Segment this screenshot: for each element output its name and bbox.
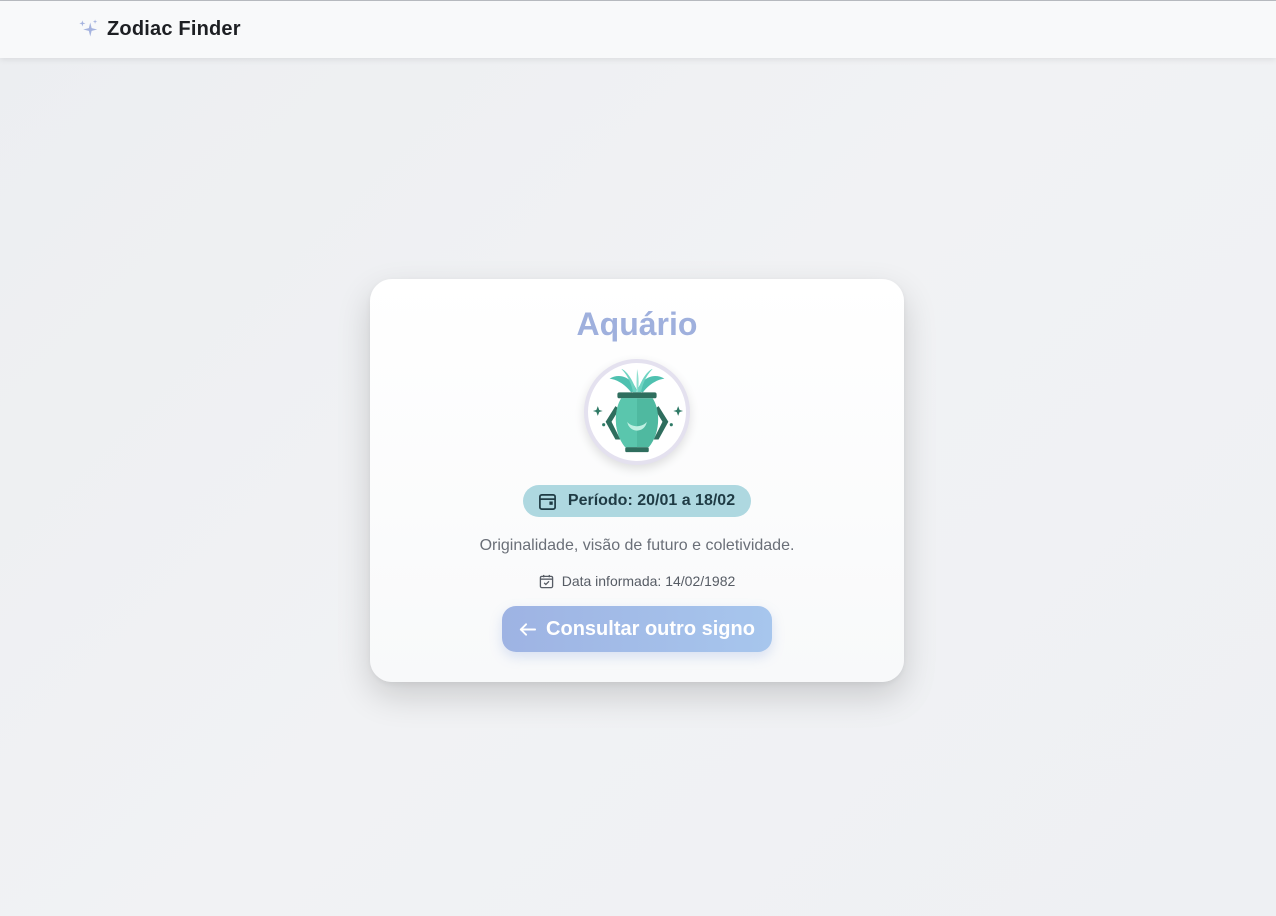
sign-description: Originalidade, visão de futuro e coletiv… [479, 537, 795, 554]
informed-date: Data informada: 14/02/1982 [539, 573, 736, 589]
aquarius-vase-illustration [592, 368, 684, 453]
arrow-left-icon [519, 622, 537, 636]
period-badge: Período: 20/01 a 18/02 [522, 485, 752, 517]
consult-another-sign-label: Consultar outro signo [546, 617, 755, 640]
informed-date-text: Data informada: 14/02/1982 [561, 573, 736, 589]
sign-title: Aquário [576, 306, 698, 342]
sparkles-icon [79, 19, 98, 37]
sign-avatar [584, 359, 690, 465]
brand-name: Zodiac Finder [107, 18, 241, 40]
consult-another-sign-button[interactable]: Consultar outro signo [502, 606, 772, 652]
period-text: Período: 20/01 a 18/02 [567, 492, 736, 509]
result-card: Aquário Período: 20/01 a 18/02 Originali… [370, 279, 904, 682]
calendar-icon [538, 493, 556, 510]
brand-link[interactable]: Zodiac Finder [78, 18, 241, 41]
calendar-check-icon [539, 574, 553, 588]
navbar: Zodiac Finder [0, 1, 1276, 58]
